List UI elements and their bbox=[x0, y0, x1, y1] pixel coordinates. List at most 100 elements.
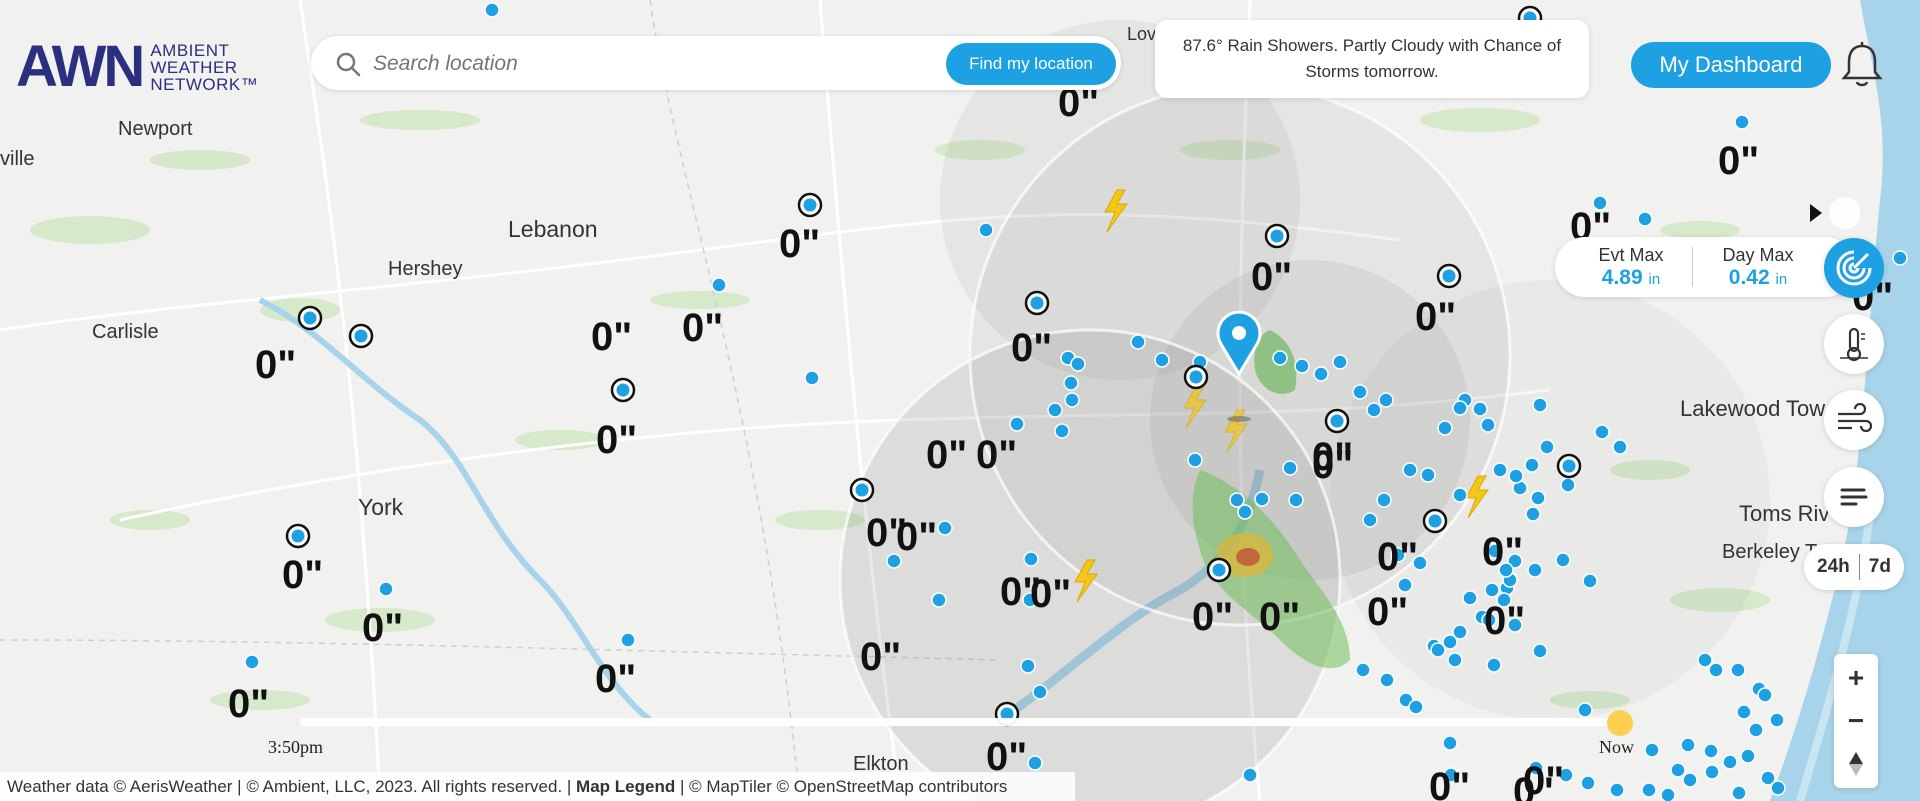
station-marker[interactable] bbox=[1402, 462, 1418, 478]
station-marker[interactable] bbox=[1748, 722, 1764, 738]
station-marker[interactable] bbox=[1740, 748, 1756, 764]
station-marker[interactable] bbox=[711, 277, 727, 293]
radar-layer-button[interactable] bbox=[1824, 238, 1884, 298]
reset-north-button[interactable] bbox=[1834, 742, 1878, 786]
station-marker[interactable] bbox=[1024, 290, 1050, 316]
station-marker[interactable] bbox=[1484, 582, 1500, 598]
station-marker[interactable] bbox=[1294, 358, 1310, 374]
station-marker[interactable] bbox=[1430, 642, 1446, 658]
station-marker[interactable] bbox=[297, 305, 323, 331]
station-marker[interactable] bbox=[1063, 375, 1079, 391]
station-marker[interactable] bbox=[1492, 462, 1508, 478]
weather-map[interactable]: 0" 0" 0" 0" 0" 0" 0" 0" 0" 0" 0" 0" 0" 0" 0" 0" 0" 0" 0" 0"… bbox=[0, 0, 1920, 801]
station-marker[interactable] bbox=[1530, 490, 1546, 506]
station-marker[interactable] bbox=[1378, 392, 1394, 408]
station-marker[interactable] bbox=[1047, 402, 1063, 418]
station-marker[interactable] bbox=[931, 592, 947, 608]
station-marker[interactable] bbox=[1555, 552, 1571, 568]
station-marker[interactable] bbox=[1242, 767, 1258, 783]
station-marker[interactable] bbox=[1452, 400, 1468, 416]
station-marker[interactable] bbox=[1130, 334, 1146, 350]
station-marker[interactable] bbox=[1154, 352, 1170, 368]
station-marker[interactable] bbox=[1027, 755, 1043, 771]
station-marker[interactable] bbox=[1770, 780, 1786, 796]
station-marker[interactable] bbox=[1272, 350, 1288, 366]
find-my-location-button[interactable]: Find my location bbox=[946, 43, 1116, 85]
station-marker[interactable] bbox=[1730, 662, 1746, 678]
map-legend-link[interactable]: Map Legend bbox=[576, 777, 675, 796]
timeline-slider[interactable] bbox=[300, 718, 1620, 726]
station-marker[interactable] bbox=[1731, 785, 1747, 801]
station-marker[interactable] bbox=[978, 222, 994, 238]
station-marker[interactable] bbox=[1734, 114, 1750, 130]
station-marker[interactable] bbox=[1032, 684, 1048, 700]
station-marker[interactable] bbox=[1422, 508, 1448, 534]
station-marker[interactable] bbox=[1708, 662, 1724, 678]
station-marker[interactable] bbox=[1452, 487, 1468, 503]
station-marker[interactable] bbox=[1508, 468, 1524, 484]
station-marker[interactable] bbox=[1187, 452, 1203, 468]
station-marker[interactable] bbox=[1556, 453, 1582, 479]
station-marker[interactable] bbox=[1352, 384, 1368, 400]
station-marker[interactable] bbox=[1183, 364, 1209, 390]
temperature-layer-button[interactable] bbox=[1824, 314, 1884, 374]
zoom-in-button[interactable]: + bbox=[1834, 656, 1878, 700]
station-marker[interactable] bbox=[1436, 263, 1462, 289]
station-marker[interactable] bbox=[1680, 737, 1696, 753]
station-marker[interactable] bbox=[348, 323, 374, 349]
station-marker[interactable] bbox=[1704, 764, 1720, 780]
station-marker[interactable] bbox=[937, 520, 953, 536]
station-marker[interactable] bbox=[1892, 250, 1908, 266]
station-marker[interactable] bbox=[797, 192, 823, 218]
station-marker[interactable] bbox=[1539, 439, 1555, 455]
station-marker[interactable] bbox=[1594, 424, 1610, 440]
station-marker[interactable] bbox=[1637, 211, 1653, 227]
station-marker[interactable] bbox=[1703, 743, 1719, 759]
station-marker[interactable] bbox=[1447, 652, 1463, 668]
station-marker[interactable] bbox=[1527, 562, 1543, 578]
station-marker[interactable] bbox=[1577, 702, 1593, 718]
station-marker[interactable] bbox=[1560, 477, 1576, 493]
station-marker[interactable] bbox=[1437, 420, 1453, 436]
station-marker[interactable] bbox=[1376, 492, 1392, 508]
my-dashboard-button[interactable]: My Dashboard bbox=[1631, 42, 1831, 88]
station-marker[interactable] bbox=[1324, 408, 1350, 434]
search-input[interactable] bbox=[371, 46, 855, 82]
station-marker[interactable] bbox=[1408, 699, 1424, 715]
station-marker[interactable] bbox=[1229, 492, 1245, 508]
station-marker[interactable] bbox=[1697, 652, 1713, 668]
station-marker[interactable] bbox=[1532, 397, 1548, 413]
station-marker[interactable] bbox=[1472, 401, 1488, 417]
station-marker[interactable] bbox=[1524, 457, 1540, 473]
station-marker[interactable] bbox=[1736, 704, 1752, 720]
station-marker[interactable] bbox=[1757, 687, 1773, 703]
station-marker[interactable] bbox=[1355, 662, 1371, 678]
station-marker[interactable] bbox=[1722, 754, 1738, 770]
station-marker[interactable] bbox=[1420, 467, 1436, 483]
timeline-handle[interactable] bbox=[1607, 710, 1633, 736]
station-marker[interactable] bbox=[1462, 590, 1478, 606]
station-marker[interactable] bbox=[1362, 512, 1378, 528]
station-marker[interactable] bbox=[1486, 657, 1502, 673]
station-marker[interactable] bbox=[1020, 658, 1036, 674]
station-marker[interactable] bbox=[1288, 492, 1304, 508]
station-marker[interactable] bbox=[620, 632, 636, 648]
station-marker[interactable] bbox=[1313, 366, 1329, 382]
wind-layer-button[interactable] bbox=[1824, 390, 1884, 450]
zoom-out-button[interactable]: − bbox=[1834, 699, 1878, 743]
station-marker[interactable] bbox=[1332, 354, 1348, 370]
station-marker[interactable] bbox=[1254, 491, 1270, 507]
station-marker[interactable] bbox=[484, 2, 500, 18]
station-marker[interactable] bbox=[1379, 672, 1395, 688]
legend-menu-button[interactable] bbox=[1824, 467, 1884, 527]
station-marker[interactable] bbox=[1670, 762, 1686, 778]
station-marker[interactable] bbox=[804, 370, 820, 386]
station-marker[interactable] bbox=[1064, 392, 1080, 408]
station-marker[interactable] bbox=[1641, 782, 1657, 798]
station-marker[interactable] bbox=[1609, 782, 1625, 798]
station-marker[interactable] bbox=[1769, 712, 1785, 728]
station-marker[interactable] bbox=[244, 654, 260, 670]
station-marker[interactable] bbox=[849, 477, 875, 503]
station-marker[interactable] bbox=[1442, 735, 1458, 751]
range-7d-option[interactable]: 7d bbox=[1869, 556, 1891, 578]
